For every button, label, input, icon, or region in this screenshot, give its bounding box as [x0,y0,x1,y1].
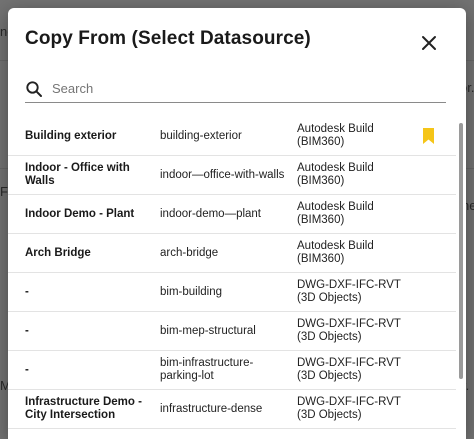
datasource-row[interactable]: Indoor - Office with Walls indoor—office-… [8,156,456,195]
datasource-row[interactable]: Infrastructure Demo - City Intersection i… [8,390,456,429]
datasource-slug: infrastructure-dense [160,402,263,415]
dialog-title: Copy From (Select Datasource) [25,28,311,49]
close-button[interactable] [417,31,441,55]
datasource-type: Autodesk Build (BIM360) [297,123,374,148]
datasource-slug: indoor-demo—plant [160,207,262,220]
scrollbar-thumb[interactable] [459,123,463,379]
scrollbar[interactable] [457,117,466,439]
datasource-row[interactable]: - bim-infrastructure-parking-lot DWG-DXF-I… [8,351,456,390]
datasource-slug: indoor—office-with-walls [160,168,285,181]
datasource-type: DWG-DXF-IFC-RVT (3D Objects) [297,396,401,421]
datasource-row[interactable]: - bim-mep-structural DWG-DXF-IFC-RVT (3D O… [8,312,456,351]
datasource-name: Infrastructure Demo - City Intersection [25,396,142,421]
datasource-name: Indoor - Office with Walls [25,162,130,187]
datasource-row[interactable]: Arch Bridge arch-bridge Autodesk Build (BI… [8,234,456,273]
datasource-row[interactable]: Indoor Demo - Plant indoor-demo—plant Auto… [8,195,456,234]
datasource-type: DWG-DXF-IFC-RVT (3D Objects) [297,318,401,343]
datasource-type: Autodesk Build (BIM360) [297,201,374,226]
datasource-name: Indoor Demo - Plant [25,207,135,220]
datasource-type: Autodesk Build (BIM360) [297,162,374,187]
datasource-type: DWG-DXF-IFC-RVT (3D Objects) [297,279,401,304]
datasource-type: Autodesk Build (BIM360) [297,240,374,265]
datasource-slug: building-exterior [160,129,242,142]
datasource-name: Arch Bridge [25,246,91,259]
search-icon [26,81,42,97]
copy-from-dialog: Copy From (Select Datasource) Building e… [8,8,466,439]
datasource-name: Building exterior [25,129,117,142]
datasource-name: - [25,363,29,376]
bookmark-icon[interactable] [422,128,435,144]
close-icon [422,36,436,50]
search-field[interactable] [25,74,446,103]
datasource-name: - [25,285,29,298]
datasource-name: - [25,324,29,337]
datasource-slug: arch-bridge [160,246,219,259]
datasource-type: DWG-DXF-IFC-RVT (3D Objects) [297,357,401,382]
datasource-slug: bim-infrastructure-parking-lot [160,357,254,382]
datasource-slug: bim-building [160,285,223,298]
datasource-row[interactable]: Building exterior building-exterior Autode… [8,117,456,156]
datasource-slug: bim-mep-structural [160,324,256,337]
datasource-row[interactable]: - bim-building DWG-DXF-IFC-RVT (3D Objects… [8,273,456,312]
datasource-list: Building exterior building-exterior Autode… [8,117,456,439]
search-input[interactable] [50,76,444,100]
